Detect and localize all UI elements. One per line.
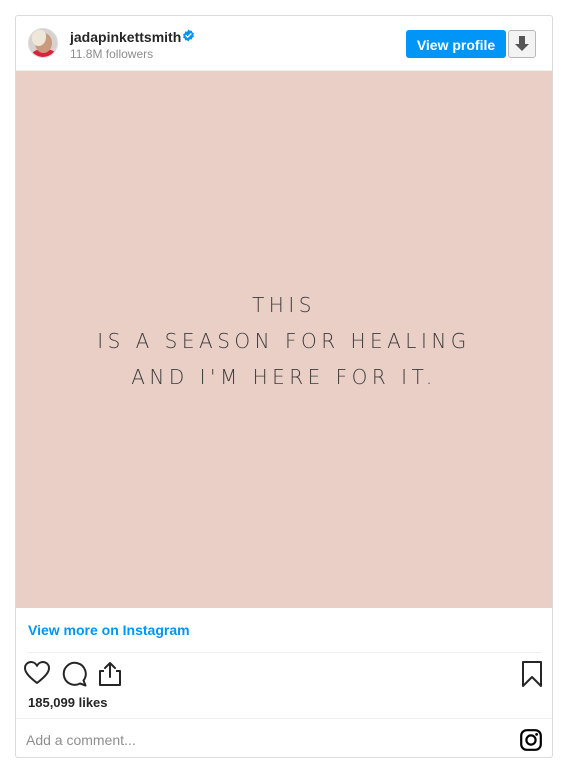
quote-line: AND I'M HERE FOR IT.: [131, 365, 437, 389]
likes-count: 185,099 likes: [28, 695, 108, 710]
comment-icon[interactable]: [61, 661, 87, 687]
followers-count: 11.8M followers: [70, 47, 154, 61]
post-image[interactable]: THIS IS A SEASON FOR HEALING AND I'M HER…: [16, 71, 552, 608]
instagram-embed-card: jadapinkettsmith 11.8M followers View pr…: [15, 15, 553, 758]
view-profile-button[interactable]: View profile: [406, 30, 506, 58]
post-header: jadapinkettsmith 11.8M followers View pr…: [16, 16, 552, 71]
heart-icon[interactable]: [24, 661, 50, 685]
username[interactable]: jadapinkettsmith: [70, 29, 181, 45]
avatar[interactable]: [28, 28, 58, 58]
comment-bar: [16, 718, 552, 757]
comment-input[interactable]: [24, 727, 468, 753]
bookmark-icon[interactable]: [522, 661, 542, 687]
download-button[interactable]: [508, 30, 536, 58]
share-icon[interactable]: [98, 661, 122, 687]
post-quote-text: THIS IS A SEASON FOR HEALING AND I'M HER…: [16, 287, 552, 395]
quote-line: THIS: [252, 293, 316, 317]
divider: [28, 652, 542, 653]
view-more-link[interactable]: View more on Instagram: [28, 622, 190, 638]
download-icon: [515, 36, 529, 51]
instagram-logo-icon[interactable]: [520, 729, 542, 751]
quote-line: IS A SEASON FOR HEALING: [97, 329, 471, 353]
verified-badge-icon: [183, 29, 194, 42]
